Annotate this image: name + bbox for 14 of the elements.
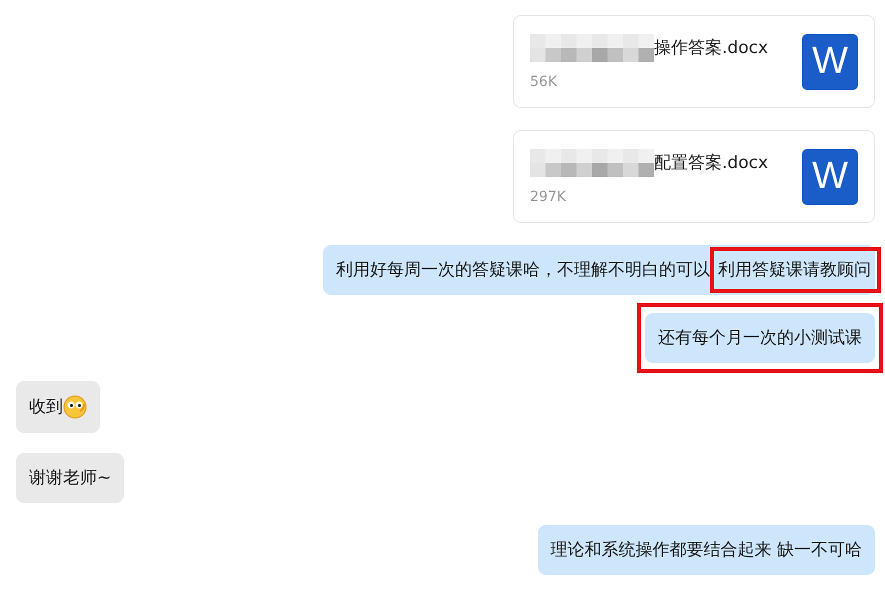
highlighted-text: 利用答疑课请教顾问 <box>710 247 881 293</box>
file-card[interactable]: 操作答案.docx 56K W <box>513 15 875 108</box>
message-text: 理论和系统操作都要结合起来 缺一不可哈 <box>550 539 862 561</box>
file-name: 操作答案.docx <box>654 37 768 59</box>
message-text: 谢谢老师~ <box>29 467 112 489</box>
document-icon: W <box>802 34 858 90</box>
file-card[interactable]: 配置答案.docx 297K W <box>513 130 875 223</box>
message-text: 还有每个月一次的小测试课 <box>658 327 862 349</box>
message-text: 收到 <box>29 396 63 418</box>
file-size: 297K <box>530 188 567 204</box>
file-name: 配置答案.docx <box>654 152 768 174</box>
document-icon: W <box>802 148 858 204</box>
message-text: 利用好每周一次的答疑课哈，不理解不明白的可以 <box>336 259 710 281</box>
file-size: 56K <box>530 74 558 90</box>
